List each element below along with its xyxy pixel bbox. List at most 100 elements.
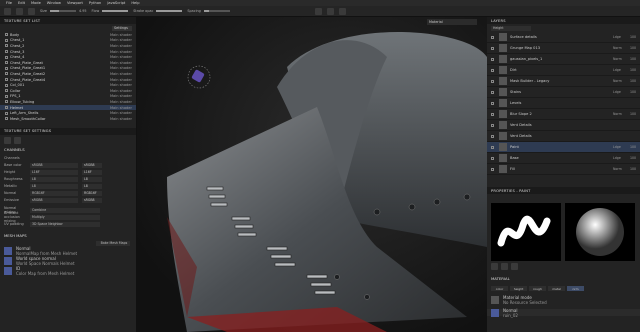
layer-visibility-toggle[interactable] bbox=[491, 79, 494, 83]
layer-blend-mode[interactable]: Ldge bbox=[613, 35, 627, 39]
channel-value-field[interactable]: L8 bbox=[30, 176, 78, 182]
layer-visibility-toggle[interactable] bbox=[491, 145, 494, 149]
layer-row[interactable]: gaussian_pixels_1 Norm 100 bbox=[487, 54, 640, 65]
menu-javascript[interactable]: JavaScript bbox=[107, 1, 125, 5]
texture-set-row[interactable]: Chest_Plate_Great2 Main shader bbox=[0, 71, 136, 77]
layer-blend-mode[interactable]: Ldge bbox=[613, 90, 627, 94]
flow-slider[interactable]: Flow bbox=[92, 9, 129, 13]
visibility-checkbox[interactable] bbox=[5, 50, 8, 54]
stencil-icon[interactable] bbox=[511, 263, 518, 270]
menu-mode[interactable]: Mode bbox=[31, 1, 41, 5]
layer-blend-mode[interactable]: Ldge bbox=[613, 68, 627, 72]
visibility-checkbox[interactable] bbox=[5, 83, 8, 87]
layer-row[interactable]: Fill Norm 100 bbox=[487, 164, 640, 175]
texture-set-row[interactable]: Left_Arm_Shells Main shader bbox=[0, 110, 136, 116]
texture-set-row[interactable]: Collar Main shader bbox=[0, 88, 136, 94]
render-icon[interactable] bbox=[338, 7, 346, 15]
layer-visibility-toggle[interactable] bbox=[491, 134, 494, 138]
stroke-opacity-slider[interactable]: Stroke opac bbox=[133, 9, 183, 13]
layer-opacity[interactable]: 100 bbox=[630, 57, 640, 61]
texture-set-row[interactable]: Mesh_SmoothCollar Main shader bbox=[0, 116, 136, 122]
texture-set-row[interactable]: Chest_Plate_Great4 Main shader bbox=[0, 77, 136, 83]
normal-map-thumb[interactable] bbox=[491, 308, 499, 317]
visibility-checkbox[interactable] bbox=[5, 44, 8, 48]
layer-blend-mode[interactable]: Norm bbox=[613, 79, 627, 83]
layer-visibility-toggle[interactable] bbox=[491, 112, 494, 116]
paint-tool-icon[interactable] bbox=[4, 7, 11, 15]
menu-window[interactable]: Window bbox=[47, 1, 61, 5]
visibility-checkbox[interactable] bbox=[5, 111, 8, 115]
layer-opacity[interactable]: 100 bbox=[630, 145, 640, 149]
spacing-slider[interactable]: Spacing bbox=[187, 9, 230, 13]
layer-row[interactable]: Blur Slope 2 Norm 100 bbox=[487, 109, 640, 120]
visibility-checkbox[interactable] bbox=[5, 55, 8, 59]
layer-row[interactable]: Dirt Ldge 100 bbox=[487, 65, 640, 76]
symmetry-icon[interactable] bbox=[314, 7, 322, 15]
visibility-checkbox[interactable] bbox=[5, 106, 8, 110]
channel-format-dropdown[interactable]: sRGB8 bbox=[82, 197, 102, 203]
layer-blend-mode[interactable]: Norm bbox=[613, 46, 627, 50]
layer-visibility-toggle[interactable] bbox=[491, 35, 494, 39]
channel-value-field[interactable]: sRGB8 bbox=[30, 162, 78, 168]
layer-visibility-toggle[interactable] bbox=[491, 90, 494, 94]
texture-set-row[interactable]: Chest_Plate_Great1 Main shader bbox=[0, 66, 136, 72]
texture-set-row[interactable]: Chest_3 Main shader bbox=[0, 49, 136, 55]
menu-python[interactable]: Python bbox=[89, 1, 101, 5]
layer-visibility-toggle[interactable] bbox=[491, 46, 494, 50]
brush-icon[interactable] bbox=[491, 263, 498, 270]
settings-dropdown[interactable]: Settings bbox=[112, 25, 132, 31]
material-thumb[interactable] bbox=[491, 295, 499, 304]
uv-padding-dropdown[interactable]: 3D Space Neighbor bbox=[30, 221, 100, 227]
layer-row[interactable]: Mask Builder - Legacy Norm 100 bbox=[487, 76, 640, 87]
layer-visibility-toggle[interactable] bbox=[491, 68, 494, 72]
projection-tool-icon[interactable] bbox=[28, 7, 35, 15]
visibility-checkbox[interactable] bbox=[5, 66, 8, 70]
texture-set-row[interactable]: Chest_Plate_Great Main shader bbox=[0, 60, 136, 66]
visibility-checkbox[interactable] bbox=[5, 117, 8, 121]
menu-edit[interactable]: Edit bbox=[18, 1, 25, 5]
normal-mixing-dropdown[interactable]: Combine bbox=[30, 207, 100, 213]
layer-opacity[interactable]: 100 bbox=[630, 167, 640, 171]
mesh-map-row[interactable]: Normal NormalMap from Mesh Helmet bbox=[0, 246, 136, 256]
material-tab-color[interactable]: color bbox=[491, 286, 508, 291]
alpha-icon[interactable] bbox=[501, 263, 508, 270]
layer-row[interactable]: Surface details Ldge 100 bbox=[487, 32, 640, 43]
layer-opacity[interactable]: 100 bbox=[630, 68, 640, 72]
visibility-checkbox[interactable] bbox=[5, 72, 8, 76]
layer-visibility-toggle[interactable] bbox=[491, 156, 494, 160]
layer-row[interactable]: Grunge Map 013 Norm 100 bbox=[487, 43, 640, 54]
layer-blend-mode[interactable]: Norm bbox=[613, 112, 627, 116]
grid-icon[interactable] bbox=[4, 136, 11, 144]
visibility-checkbox[interactable] bbox=[5, 78, 8, 82]
channel-value-field[interactable]: L16F bbox=[30, 169, 78, 175]
layer-opacity[interactable]: 100 bbox=[630, 46, 640, 50]
layer-visibility-toggle[interactable] bbox=[491, 57, 494, 61]
layer-opacity[interactable]: 100 bbox=[630, 79, 640, 83]
channel-format-dropdown[interactable]: L8 bbox=[82, 183, 102, 189]
mesh-map-row[interactable]: ID Color Map from Mesh Helmet bbox=[0, 266, 136, 276]
bake-mesh-maps-button[interactable]: Bake Mesh Maps bbox=[96, 240, 130, 246]
mesh-map-row[interactable]: World space normal World Space Normals He… bbox=[0, 256, 136, 266]
layer-blend-mode[interactable]: Ldge bbox=[613, 145, 627, 149]
layer-blend-mode[interactable]: Ldge bbox=[613, 156, 627, 160]
ao-mixing-dropdown[interactable]: Multiply bbox=[30, 214, 100, 220]
texture-set-row[interactable]: Helmet Main shader bbox=[0, 104, 136, 111]
material-tab-height[interactable]: height bbox=[510, 286, 527, 291]
material-view-dropdown[interactable]: Material bbox=[427, 19, 477, 25]
layer-row[interactable]: Paint Ldge 100 bbox=[487, 142, 640, 153]
uv-icon[interactable] bbox=[14, 136, 21, 144]
channel-format-dropdown[interactable]: sRGB8 bbox=[82, 162, 102, 168]
texture-set-row[interactable]: Chest_1 Main shader bbox=[0, 38, 136, 44]
texture-set-row[interactable]: Chest_2 Main shader bbox=[0, 43, 136, 49]
channel-format-dropdown[interactable]: RGB16F bbox=[82, 190, 102, 196]
layer-channel-dropdown[interactable]: Height bbox=[491, 25, 531, 31]
channel-format-dropdown[interactable]: L16F bbox=[82, 169, 102, 175]
menu-viewport[interactable]: Viewport bbox=[67, 1, 83, 5]
material-tab-nrm[interactable]: nrm bbox=[567, 286, 584, 291]
layer-opacity[interactable]: 100 bbox=[630, 156, 640, 160]
visibility-checkbox[interactable] bbox=[5, 38, 8, 42]
layer-visibility-toggle[interactable] bbox=[491, 167, 494, 171]
visibility-checkbox[interactable] bbox=[5, 33, 8, 37]
layer-opacity[interactable]: 100 bbox=[630, 35, 640, 39]
texture-set-row[interactable]: Elbow_Tubing Main shader bbox=[0, 99, 136, 105]
